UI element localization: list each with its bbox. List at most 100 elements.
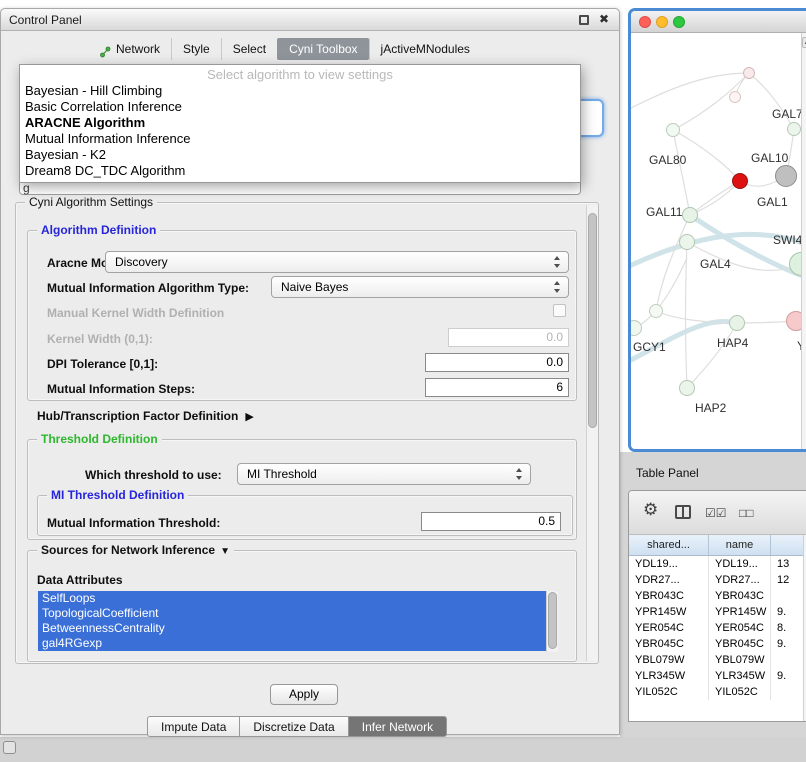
data-attribute-item[interactable]: BetweennessCentrality [38,621,546,636]
control-panel-titlebar[interactable]: Control Panel ✖ [1,9,619,31]
manual-kernel-width-checkbox[interactable] [553,304,566,317]
table-cell: YIL052C [629,684,709,700]
tab-select[interactable]: Select [221,38,277,60]
attributes-scrollbar[interactable] [546,591,558,652]
network-node[interactable] [666,123,680,137]
table-row[interactable]: YER054CYER054C8. [629,620,803,636]
select-all-columns-icon[interactable]: ☑☑ [705,506,727,520]
network-node-label: HAP2 [695,401,726,415]
table-row[interactable]: YDR27...YDR27...12 [629,572,803,588]
dpi-tolerance-input[interactable]: 0.0 [425,353,569,372]
column-header[interactable]: name [709,535,771,555]
dpi-tolerance-label: DPI Tolerance [0,1]: [47,357,158,371]
table-row[interactable]: YBL079WYBL079W [629,652,803,668]
clipped-text-fragment: g [23,181,30,195]
hub-section-label: Hub/Transcription Factor Definition [37,409,238,423]
desktop: Control Panel ✖ Network Style SelectCyni T… [0,0,806,762]
table-cell [771,588,803,604]
table-cell: YBR045C [629,636,709,652]
algorithm-dropdown-list[interactable]: Select algorithm to view settings Bayesi… [19,64,581,183]
settings-scrollbar-thumb[interactable] [588,213,597,428]
table-row[interactable]: YDL19...YDL19...13 [629,556,803,572]
table-cell: YDL19... [709,556,771,572]
algorithm-option[interactable]: Bayesian - K2 [20,147,580,163]
mi-algorithm-type-select[interactable]: Naive Bayes [271,276,569,298]
table-cell [771,684,803,700]
network-node-label: HAP4 [717,336,748,350]
table-cell: YDR27... [709,572,771,588]
attributes-scrollbar-thumb[interactable] [548,592,557,649]
column-header[interactable]: shared... [629,535,709,555]
data-attribute-item[interactable]: SelfLoops [38,591,546,606]
apply-button[interactable]: Apply [270,684,338,705]
table-cell: YPR145W [709,604,771,620]
network-node-label: GAL80 [649,153,686,167]
network-node[interactable] [743,67,755,79]
network-node[interactable] [682,207,698,223]
mi-threshold-label: Mutual Information Threshold: [47,516,220,530]
network-node[interactable] [679,380,695,396]
gear-icon[interactable]: ⚙ [643,500,658,520]
algorithm-option[interactable]: Basic Correlation Inference [20,99,580,115]
network-node[interactable] [732,173,748,189]
bottom-tab-impute-data[interactable]: Impute Data [147,716,240,737]
table-row[interactable]: YBR043CYBR043C [629,588,803,604]
mi-threshold-input[interactable]: 0.5 [421,512,561,531]
collapsed-panel-icon[interactable] [3,741,16,754]
network-node[interactable] [649,304,663,318]
close-traffic-light[interactable] [639,16,651,28]
network-node[interactable] [679,234,695,250]
algorithm-definition-title: Algorithm Definition [37,223,160,237]
bottom-tab-infer-network[interactable]: Infer Network [348,716,447,737]
kernel-width-input[interactable]: 0.0 [448,328,569,347]
algorithm-option[interactable]: Bayesian - Hill Climbing [20,83,580,99]
aracne-mode-select[interactable]: Discovery [105,251,569,273]
table-row[interactable]: YLR345WYLR345W9. [629,668,803,684]
data-attribute-item[interactable]: gal4RGexp [38,636,546,651]
hub-section-toggle[interactable]: Hub/Transcription Factor Definition▶ [37,409,254,423]
algorithm-dropdown-placeholder: Select algorithm to view settings [20,66,580,83]
combo-arrows-icon [553,256,562,268]
tab-style[interactable]: Style [171,38,221,60]
network-window-titlebar[interactable] [631,11,806,33]
minimize-traffic-light[interactable] [656,16,668,28]
float-window-icon[interactable] [579,15,589,25]
table-cell: 8. [771,620,803,636]
manual-kernel-width-label: Manual Kernel Width Definition [47,306,224,320]
table-row[interactable]: YPR145WYPR145W9. [629,604,803,620]
network-node-label: GCY1 [633,340,666,354]
data-attribute-item[interactable]: TopologicalCoefficient [38,606,546,621]
data-attributes-list: SelfLoopsTopologicalCoefficientBetweenne… [38,591,546,651]
algorithm-option[interactable]: Mutual Information Inference [20,131,580,147]
sources-section-toggle[interactable]: Sources for Network Inference▼ [37,543,234,557]
settings-scrollbar[interactable] [586,205,598,661]
algorithm-option[interactable]: Dream8 DC_TDC Algorithm [20,163,580,179]
mi-steps-input[interactable]: 6 [425,378,569,397]
bottom-tab-discretize-data[interactable]: Discretize Data [239,716,348,737]
chevron-down-icon: ▼ [220,546,230,557]
tab-cyni-toolbox[interactable]: Cyni Toolbox [277,38,368,60]
close-window-icon[interactable]: ✖ [599,12,609,26]
network-node[interactable] [729,91,741,103]
column-header[interactable] [771,535,803,555]
network-node[interactable] [775,165,797,187]
columns-icon[interactable] [675,505,691,519]
which-threshold-value: MI Threshold [247,467,317,481]
table-cell: YIL052C [709,684,771,700]
table-row[interactable]: YBR045CYBR045C9. [629,636,803,652]
tab-network[interactable]: Network [89,38,171,60]
network-node[interactable] [787,122,801,136]
network-scrollbar[interactable]: ▲ [801,33,806,449]
bottom-tab-bar: Impute DataDiscretize DataInfer Network [147,716,447,737]
tab-label: Style [183,38,210,60]
zoom-traffic-light[interactable] [673,16,685,28]
deselect-all-columns-icon[interactable]: □□ [739,506,754,520]
network-node[interactable] [729,315,745,331]
network-canvas[interactable]: GAL7GAL80GAL10GAL11GAL1SWI4GAL4GCY1HAP4Y… [631,33,806,449]
network-view-window: GAL7GAL80GAL10GAL11GAL1SWI4GAL4GCY1HAP4Y… [628,8,806,452]
algorithm-option[interactable]: ARACNE Algorithm [20,115,580,131]
which-threshold-select[interactable]: MI Threshold [237,463,531,485]
scrollbar-up-button[interactable]: ▲ [802,37,806,48]
tab-jactivemnodules[interactable]: jActiveMNodules [369,38,481,60]
table-row[interactable]: YIL052CYIL052C [629,684,803,700]
